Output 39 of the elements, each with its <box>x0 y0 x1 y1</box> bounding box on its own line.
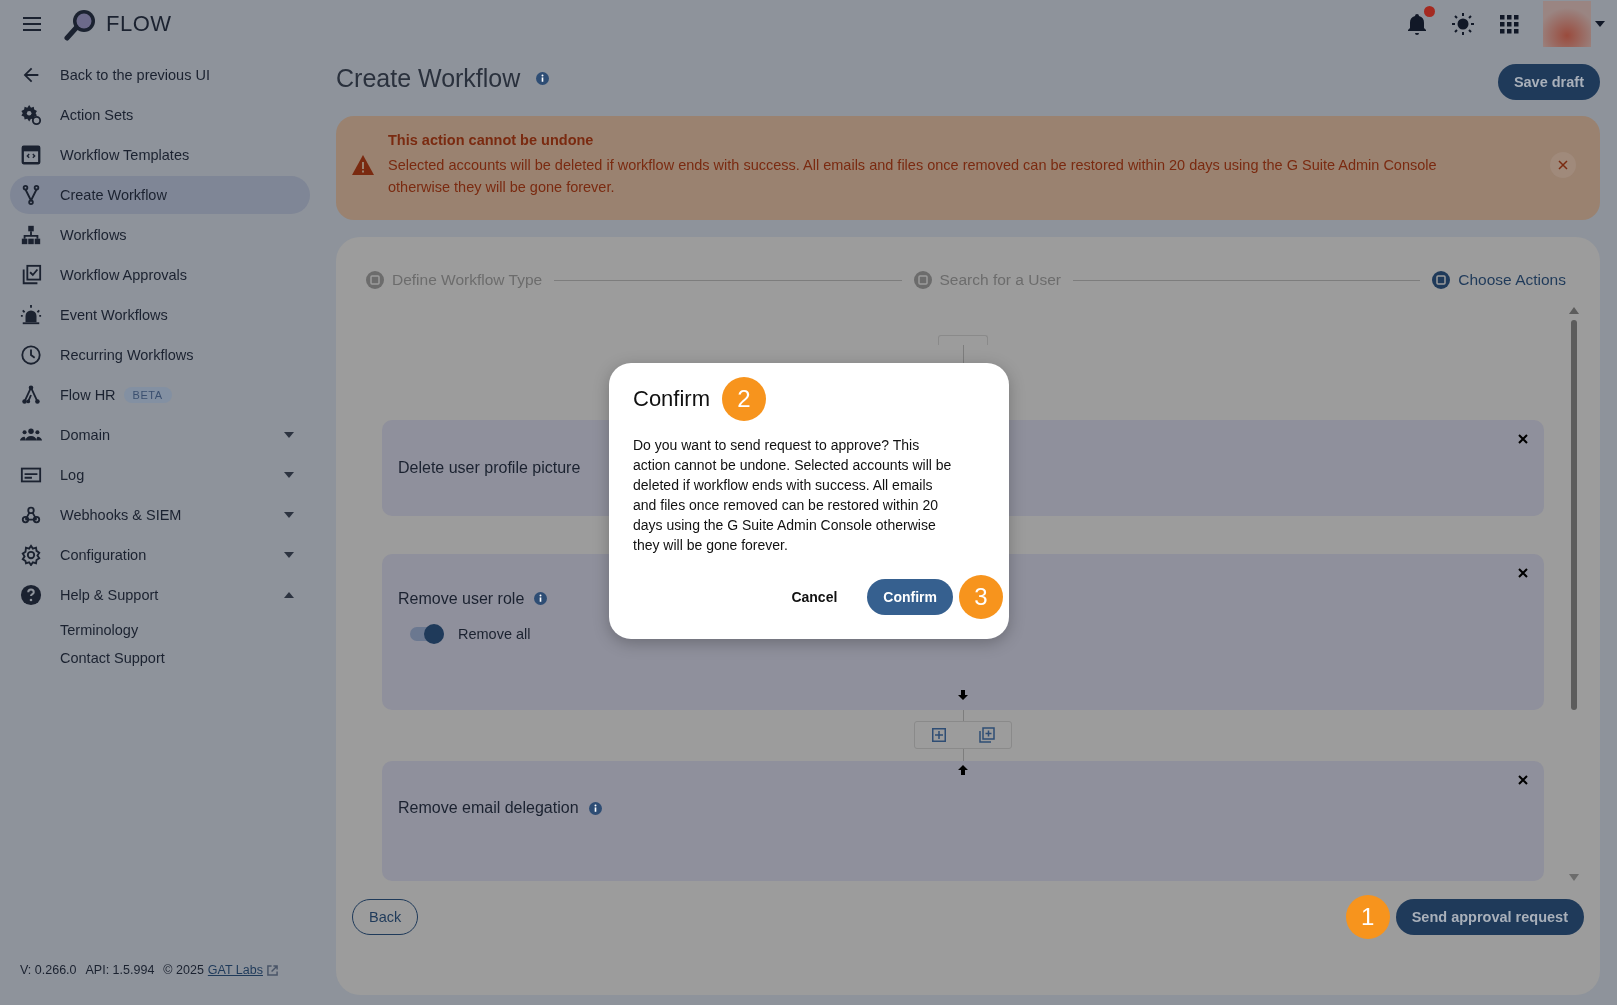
sidebar-subitem[interactable]: Contact Support <box>10 644 310 672</box>
dialog-title: Confirm <box>633 386 710 412</box>
sidebar-item[interactable]: Event Workflows <box>10 296 310 334</box>
alert-message: Selected accounts will be deleted if workflow ends with success. All emails and files once removed can be restored within 20 days using the G Suite Admin Console otherwise they will be gone forever. <box>388 156 1438 197</box>
sidebar-item[interactable]: Configuration <box>10 536 310 574</box>
sidebar-item[interactable]: Webhooks & SIEM <box>10 496 310 534</box>
alert-title: This action cannot be undone <box>388 132 595 148</box>
sidebar-item[interactable]: Workflows <box>10 216 310 254</box>
step-marker: 1 <box>1345 895 1390 939</box>
step-marker: 3 <box>959 575 1003 619</box>
sidebar-item[interactable]: Workflow Templates <box>10 136 310 174</box>
app-name: FLOW <box>106 11 172 37</box>
dialog-message: Do you want to send request to approve? This action cannot be undone. Selected accounts will be deleted if workflow ends with success. All emails and files once removed can be restored within 20 days using the G Suite Admin Console otherwise they will be gone forever. <box>633 436 953 555</box>
toggle-label: Remove all <box>458 625 531 642</box>
sidebar-subitem[interactable]: Terminology <box>10 616 310 644</box>
api-version-text: API: 1.5.994 <box>85 963 155 977</box>
sidebar-item[interactable]: Action Sets <box>10 96 310 134</box>
copyright-text: © 2025 <box>163 963 204 977</box>
sidebar-item[interactable]: Workflow Approvals <box>10 256 310 294</box>
sidebar-item[interactable]: Back to the previous UI <box>10 56 310 94</box>
action-title: Remove email delegation <box>398 799 579 817</box>
sidebar-item[interactable]: Flow HR BETA <box>10 376 310 414</box>
sidebar-item[interactable]: Domain <box>10 416 310 454</box>
step-marker: 2 <box>722 377 766 421</box>
page-title: Create Workflow <box>336 63 521 93</box>
sidebar-item[interactable]: Log <box>10 456 310 494</box>
confirm-button[interactable]: Confirm <box>867 579 953 615</box>
action-title: Remove user role <box>398 589 525 608</box>
save-draft-button[interactable]: Save draft <box>1497 64 1600 100</box>
send-approval-button[interactable]: Send approval request <box>1395 899 1584 935</box>
sidebar-item[interactable]: Help & Support <box>10 576 310 614</box>
cancel-button[interactable]: Cancel <box>785 588 844 606</box>
action-title: Delete user profile picture <box>398 459 581 478</box>
sidebar-item[interactable]: Recurring Workflows <box>10 336 310 374</box>
company-link[interactable]: GAT Labs <box>207 963 263 977</box>
beta-badge: BETA <box>123 387 172 403</box>
step[interactable]: Choose Actions <box>1432 271 1566 289</box>
version-text: V: 0.266.0 <box>20 963 77 977</box>
sidebar-item[interactable]: Create Workflow <box>10 176 310 214</box>
